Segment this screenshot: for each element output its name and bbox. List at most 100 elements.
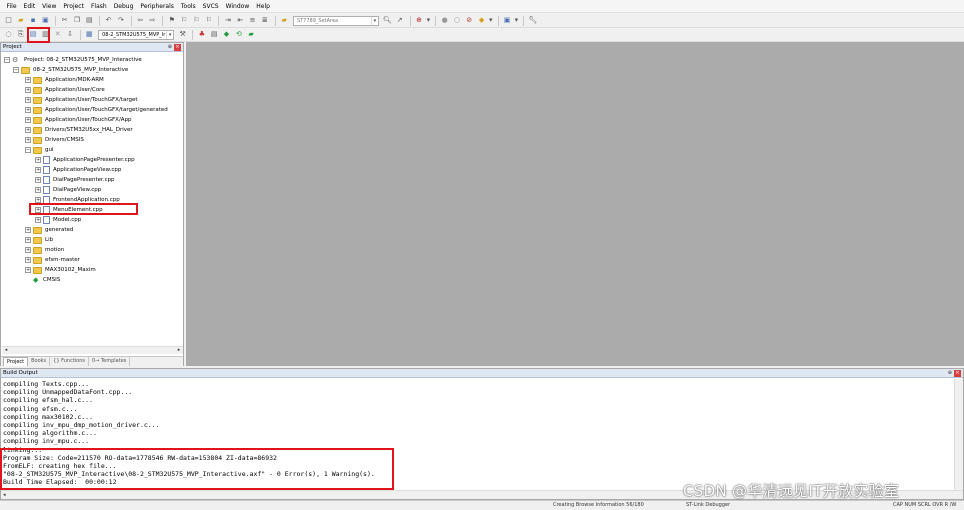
- find-icon[interactable]: 🔍︎: [382, 15, 393, 26]
- run-time-env-icon[interactable]: ▰: [246, 29, 257, 40]
- chevron-down-icon[interactable]: ▾: [370, 16, 378, 25]
- collapse-icon[interactable]: −: [25, 147, 31, 153]
- tab-templates[interactable]: 0→ Templates: [89, 357, 131, 366]
- uncomment-icon[interactable]: ≣: [259, 15, 270, 26]
- expand-icon[interactable]: +: [35, 157, 41, 163]
- stop-build-icon[interactable]: ✕: [52, 29, 63, 40]
- menu-peripherals[interactable]: Peripherals: [137, 0, 177, 13]
- paste-icon[interactable]: ▤: [84, 15, 95, 26]
- tree-group[interactable]: + generated: [25, 225, 73, 235]
- menu-view[interactable]: View: [39, 0, 60, 13]
- tree-file[interactable]: + FrontendApplication.cpp: [35, 195, 120, 205]
- undo-icon[interactable]: ↶: [103, 15, 114, 26]
- clear-bookmarks-icon[interactable]: ⚐: [203, 15, 214, 26]
- chevron-down-icon[interactable]: ▾: [488, 15, 493, 26]
- save-all-icon[interactable]: ▣: [40, 15, 51, 26]
- select-packs-icon[interactable]: ◆: [221, 29, 232, 40]
- collapse-icon[interactable]: −: [4, 57, 10, 63]
- menu-window[interactable]: Window: [222, 0, 253, 13]
- horizontal-scrollbar[interactable]: ◂ ▸: [2, 346, 183, 354]
- tree-group-gui[interactable]: − gui: [25, 145, 54, 155]
- tab-books[interactable]: Books: [28, 357, 51, 366]
- menu-help[interactable]: Help: [253, 0, 274, 13]
- tree-group[interactable]: + Application/User/TouchGFX/App: [25, 115, 132, 125]
- vertical-scrollbar[interactable]: [954, 379, 963, 490]
- find-combo[interactable]: ST7789_SetArea ▾: [292, 15, 379, 26]
- translate-icon[interactable]: ◌: [3, 29, 14, 40]
- target-options-icon[interactable]: ⚒: [177, 29, 188, 40]
- disable-breakpoint-icon[interactable]: ○: [451, 15, 462, 26]
- editor-area[interactable]: [186, 42, 964, 366]
- redo-icon[interactable]: ↷: [115, 15, 126, 26]
- expand-icon[interactable]: +: [35, 207, 41, 213]
- target-combo[interactable]: 08-2_STM32U575_MVP_Ir ▾: [98, 29, 175, 40]
- expand-icon[interactable]: +: [25, 117, 31, 123]
- bookmark-icon[interactable]: ⚑: [166, 15, 177, 26]
- tree-root[interactable]: − ⚙ Project: 08-2_STM32U575_MVP_Interact…: [4, 55, 142, 65]
- manage-components-icon[interactable]: ♣: [196, 29, 207, 40]
- chevron-down-icon[interactable]: ▾: [426, 15, 431, 26]
- open-folder-icon[interactable]: ▰: [15, 15, 26, 26]
- close-icon[interactable]: ×: [174, 43, 181, 51]
- build-icon[interactable]: ⎘: [15, 29, 26, 40]
- tree-file[interactable]: + DialPagePresenter.cpp: [35, 175, 115, 185]
- find-in-files-icon[interactable]: ▰: [279, 15, 290, 26]
- expand-icon[interactable]: +: [35, 167, 41, 173]
- incremental-find-icon[interactable]: ↗: [394, 15, 405, 26]
- debug-session-icon[interactable]: ⊕: [414, 15, 425, 26]
- expand-icon[interactable]: +: [25, 227, 31, 233]
- tree-file[interactable]: + DialPageView.cpp: [35, 185, 101, 195]
- batch-build-icon[interactable]: ▥: [40, 29, 51, 40]
- kill-breakpoints-icon[interactable]: ⊘: [464, 15, 475, 26]
- tree-group[interactable]: + Drivers/STM32U5xx_HAL_Driver: [25, 125, 133, 135]
- tree-target[interactable]: − 08-2_STM32U575_MVP_Interactive: [13, 65, 128, 75]
- expand-icon[interactable]: +: [35, 217, 41, 223]
- tree-group[interactable]: + Drivers/CMSIS: [25, 135, 84, 145]
- cut-icon[interactable]: ✂: [59, 15, 70, 26]
- new-file-icon[interactable]: □: [3, 15, 14, 26]
- expand-icon[interactable]: +: [25, 247, 31, 253]
- expand-icon[interactable]: +: [35, 197, 41, 203]
- unindent-icon[interactable]: ⇤: [235, 15, 246, 26]
- scroll-right-icon[interactable]: ▸: [175, 347, 183, 354]
- expand-icon[interactable]: +: [25, 87, 31, 93]
- tree-file-highlighted[interactable]: + MenuElement.cpp: [35, 205, 103, 215]
- comment-icon[interactable]: ≡: [247, 15, 258, 26]
- menu-edit[interactable]: Edit: [20, 0, 39, 13]
- prev-bookmark-icon[interactable]: ⚐: [179, 15, 190, 26]
- expand-icon[interactable]: +: [25, 97, 31, 103]
- tree-group[interactable]: + motion: [25, 245, 64, 255]
- collapse-icon[interactable]: −: [13, 67, 19, 73]
- expand-icon[interactable]: +: [25, 267, 31, 273]
- save-icon[interactable]: ▪: [28, 15, 39, 26]
- tree-group[interactable]: + Lib: [25, 235, 53, 245]
- navigate-back-icon[interactable]: ⇦: [135, 15, 146, 26]
- tree-file[interactable]: + ApplicationPageView.cpp: [35, 165, 121, 175]
- menu-file[interactable]: File: [3, 0, 20, 13]
- pack-installer-icon[interactable]: ⟲: [233, 29, 244, 40]
- tab-functions[interactable]: {} Functions: [50, 357, 89, 366]
- tree-group[interactable]: + Application/User/Core: [25, 85, 105, 95]
- next-bookmark-icon[interactable]: ⚐: [191, 15, 202, 26]
- download-icon[interactable]: ⇩: [64, 29, 75, 40]
- scroll-left-icon[interactable]: ◂: [3, 491, 6, 499]
- tree-group[interactable]: + MAX30102_Maxim: [25, 265, 96, 275]
- rebuild-icon[interactable]: ▤: [28, 29, 39, 40]
- menu-svcs[interactable]: SVCS: [199, 0, 222, 13]
- close-icon[interactable]: ×: [954, 369, 961, 377]
- navigate-forward-icon[interactable]: ⇨: [147, 15, 158, 26]
- target-icon[interactable]: ▦: [84, 29, 95, 40]
- tree-group[interactable]: + Application/User/TouchGFX/target: [25, 95, 138, 105]
- menu-tools[interactable]: Tools: [177, 0, 199, 13]
- tree-group[interactable]: + Application/User/TouchGFX/target/genera…: [25, 105, 168, 115]
- expand-icon[interactable]: +: [25, 77, 31, 83]
- tree-file[interactable]: + ApplicationPagePresenter.cpp: [35, 155, 135, 165]
- window-layout-icon[interactable]: ▣: [502, 15, 513, 26]
- tree-file[interactable]: + Model.cpp: [35, 215, 81, 225]
- indent-icon[interactable]: ⇥: [222, 15, 233, 26]
- expand-icon[interactable]: +: [25, 137, 31, 143]
- scroll-left-icon[interactable]: ◂: [2, 347, 10, 354]
- menu-debug[interactable]: Debug: [110, 0, 137, 13]
- tab-project[interactable]: Project: [3, 357, 29, 366]
- tree-group[interactable]: + efsm-master: [25, 255, 80, 265]
